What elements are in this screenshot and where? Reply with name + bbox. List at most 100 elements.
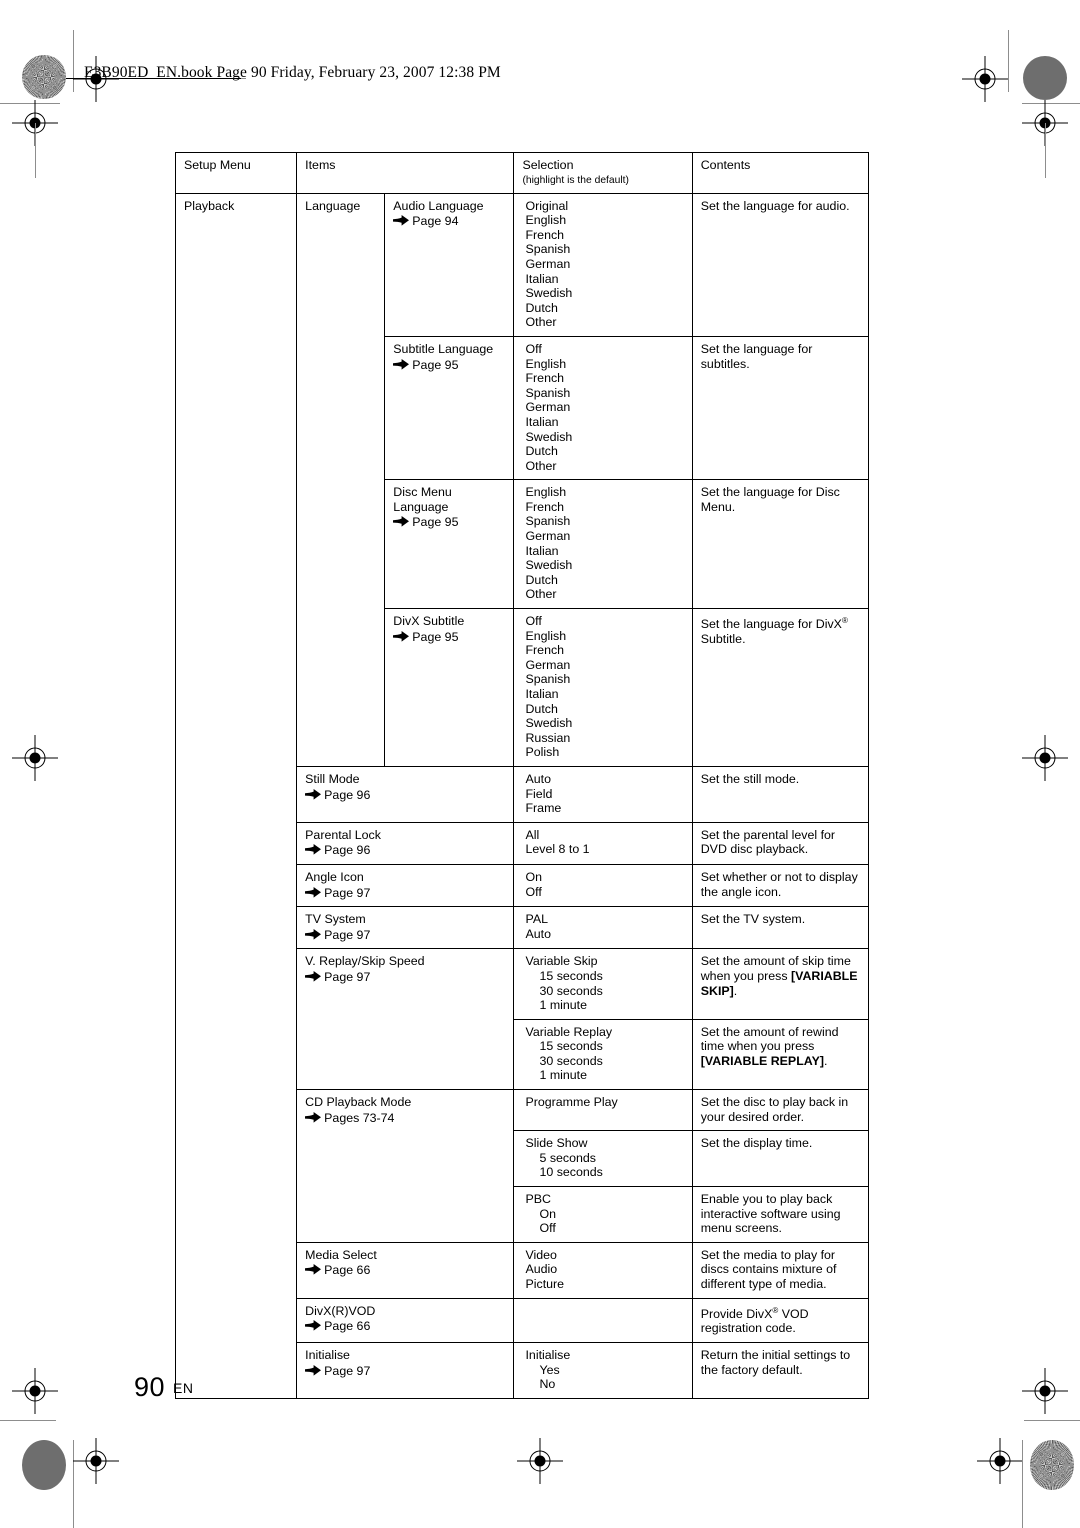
- right-arrow-icon: [393, 358, 410, 370]
- selection-option[interactable]: English: [522, 357, 685, 372]
- selection-option[interactable]: Original: [522, 198, 685, 214]
- contents-cell: Set the media to play for discs contains…: [691, 1241, 870, 1299]
- selection-option[interactable]: 10 seconds: [522, 1165, 685, 1180]
- selection-option[interactable]: Swedish: [522, 286, 685, 301]
- selection-option[interactable]: Other: [522, 315, 685, 330]
- selection-option-list: All Level 8 to 1: [522, 827, 685, 857]
- selection-option-label: German: [525, 529, 571, 544]
- selection-option[interactable]: Polish: [522, 745, 685, 760]
- selection-option[interactable]: 30 seconds: [522, 983, 685, 999]
- item-cell: Still Mode Page 96: [296, 765, 515, 823]
- selection-option[interactable]: Italian: [522, 272, 685, 287]
- column-header-selection-note: (highlight is the default): [522, 174, 629, 186]
- selection-option[interactable]: 30 seconds: [522, 1054, 685, 1069]
- page-reference-label: Page 66: [324, 1263, 371, 1278]
- selection-option[interactable]: Dutch: [522, 702, 685, 717]
- selection-option-list: Auto Field Frame: [522, 771, 685, 816]
- selection-option[interactable]: German: [522, 257, 685, 272]
- selection-option[interactable]: Field: [522, 787, 685, 802]
- selection-option[interactable]: 15 seconds: [522, 969, 685, 984]
- selection-option[interactable]: 1 minute: [522, 1068, 685, 1083]
- selection-option[interactable]: Audio: [522, 1262, 685, 1277]
- item-label: CD Playback Mode: [305, 1095, 412, 1110]
- item-cell: TV System Page 97: [296, 906, 515, 950]
- right-arrow-icon: [393, 215, 410, 226]
- selection-option[interactable]: Swedish: [522, 716, 685, 731]
- selection-option-label: English: [522, 485, 571, 500]
- selection-option-label: Spanish: [525, 385, 571, 400]
- selection-option[interactable]: Dutch: [522, 301, 685, 316]
- selection-option-label: On: [536, 1206, 561, 1222]
- selection-option[interactable]: All: [522, 827, 685, 843]
- page-reference: Page 95: [393, 358, 507, 373]
- selection-option[interactable]: Off: [522, 884, 685, 900]
- selection-option[interactable]: German: [522, 400, 685, 415]
- selection-option[interactable]: 1 minute: [522, 998, 685, 1013]
- selection-option[interactable]: Italian: [522, 687, 685, 702]
- selection-option[interactable]: Dutch: [522, 444, 685, 459]
- selection-option[interactable]: Picture: [522, 1277, 685, 1292]
- selection-option[interactable]: Level 8 to 1: [522, 842, 685, 857]
- selection-option[interactable]: Russian: [522, 731, 685, 746]
- selection-option[interactable]: Other: [522, 459, 685, 474]
- selection-option[interactable]: On: [522, 1206, 685, 1222]
- print-rosette-icon: [1023, 56, 1067, 100]
- selection-option[interactable]: Spanish: [522, 672, 685, 687]
- selection-group-label: Variable Replay: [525, 1024, 613, 1039]
- selection-option[interactable]: English: [522, 629, 685, 644]
- selection-option[interactable]: 15 seconds: [522, 1039, 685, 1054]
- selection-option[interactable]: 5 seconds: [522, 1150, 685, 1166]
- item-label: DivX(R)VOD: [305, 1303, 376, 1318]
- folio-language: EN: [173, 1380, 194, 1396]
- item-label: Initialise: [305, 1347, 350, 1362]
- setup-menu-cell: Playback: [174, 192, 298, 1399]
- selection-option-label: Dutch: [525, 701, 558, 716]
- selection-option[interactable]: Italian: [522, 415, 685, 430]
- selection-option[interactable]: French: [522, 500, 685, 515]
- selection-option[interactable]: French: [522, 228, 685, 243]
- selection-option[interactable]: English: [522, 485, 685, 500]
- page-reference: Page 97: [305, 1364, 507, 1379]
- selection-option[interactable]: Auto: [522, 927, 685, 942]
- selection-option[interactable]: Spanish: [522, 386, 685, 401]
- selection-option[interactable]: French: [522, 371, 685, 386]
- page-reference-label: Page 96: [324, 787, 371, 802]
- selection-option[interactable]: Spanish: [522, 242, 685, 257]
- selection-option[interactable]: German: [522, 658, 685, 673]
- contents-cell: Set the still mode.: [691, 765, 870, 823]
- selection-option-list: English French Spanish German Italian Swedish…: [522, 485, 685, 602]
- selection-option-list: Original English French Spanish German Italia…: [522, 198, 685, 330]
- right-arrow-icon: [305, 1111, 322, 1123]
- selection-cell: Programme Play: [513, 1089, 693, 1132]
- selection-option[interactable]: Yes: [522, 1363, 685, 1378]
- selection-option[interactable]: English: [522, 213, 685, 228]
- selection-option[interactable]: Dutch: [522, 573, 685, 588]
- selection-option-label: Spanish: [525, 242, 571, 257]
- selection-option[interactable]: Off: [522, 614, 685, 629]
- selection-option[interactable]: Spanish: [522, 514, 685, 529]
- page-reference: Page 66: [305, 1263, 507, 1278]
- selection-cell: Video Audio Picture: [513, 1241, 693, 1299]
- column-header-items: Items: [296, 152, 515, 194]
- selection-option[interactable]: Swedish: [522, 430, 685, 445]
- contents-emphasis: [VARIABLE REPLAY]: [700, 1053, 824, 1068]
- selection-option-label: Off: [522, 614, 546, 629]
- selection-option-label: Off: [539, 1221, 556, 1236]
- selection-option[interactable]: Video: [522, 1247, 685, 1263]
- selection-cell: All Level 8 to 1: [513, 821, 693, 865]
- selection-option[interactable]: Off: [522, 1221, 685, 1236]
- selection-option[interactable]: Swedish: [522, 558, 685, 573]
- selection-option[interactable]: German: [522, 529, 685, 544]
- selection-group-label: Programme Play: [525, 1095, 618, 1110]
- selection-option-label: English: [525, 356, 567, 371]
- selection-option[interactable]: Other: [522, 587, 685, 602]
- selection-option[interactable]: Off: [522, 341, 685, 357]
- selection-option[interactable]: Italian: [522, 544, 685, 559]
- selection-option[interactable]: French: [522, 643, 685, 658]
- selection-option[interactable]: On: [522, 870, 685, 885]
- selection-option[interactable]: No: [522, 1377, 685, 1392]
- selection-option[interactable]: PAL: [522, 912, 685, 927]
- selection-option[interactable]: Frame: [522, 801, 685, 816]
- selection-option[interactable]: Auto: [522, 771, 685, 787]
- contents-cell: Set the language for subtitles.: [691, 335, 870, 481]
